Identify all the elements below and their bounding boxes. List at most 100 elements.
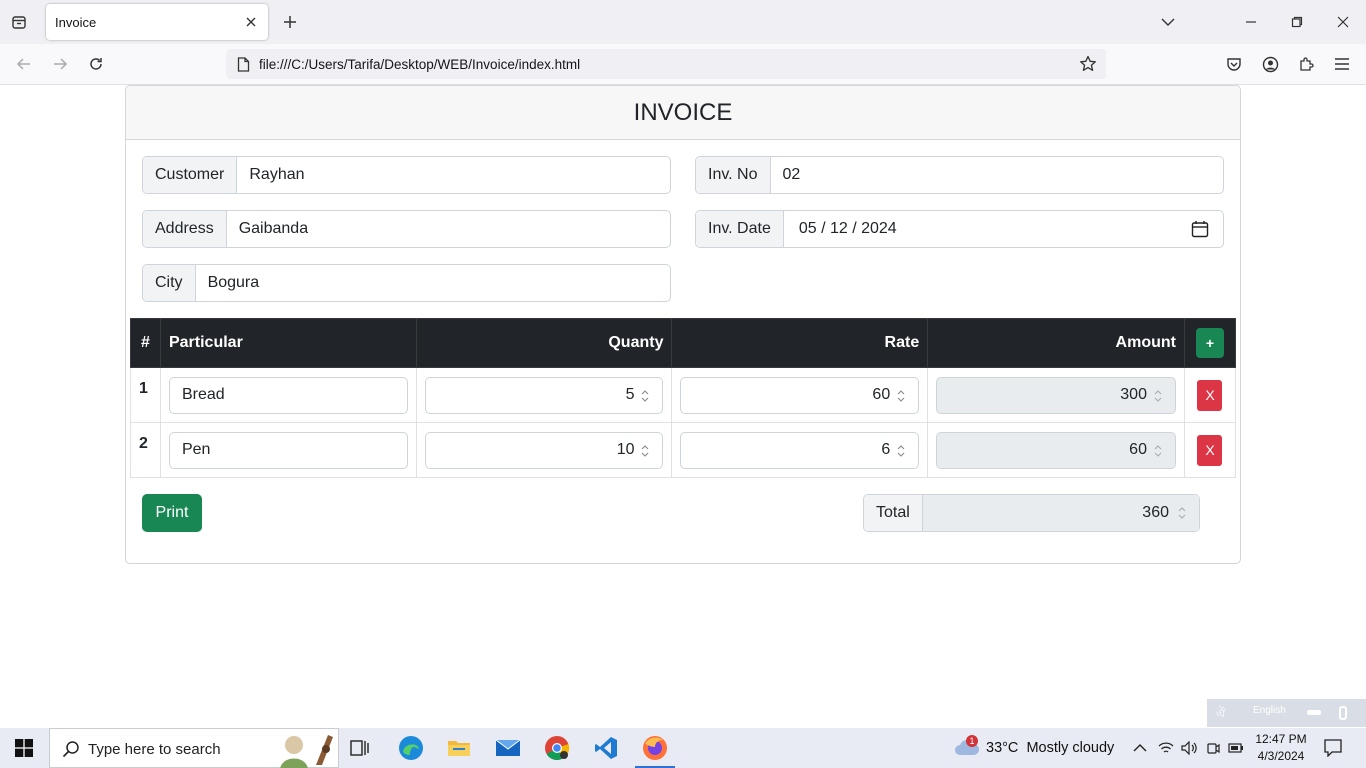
quantity-input[interactable]: 5 <box>424 376 664 414</box>
rate-input[interactable]: 6 <box>680 431 920 469</box>
total-field: Total 360 <box>863 494 1200 532</box>
customer-field: Customer Rayhan <box>142 156 671 194</box>
chrome-icon[interactable] <box>533 728 581 768</box>
invoice-date-input[interactable]: 05 / 12 / 2024 <box>784 211 1223 247</box>
rate-cell: 60 <box>671 367 929 423</box>
address-field: Address Gaibanda <box>142 210 671 248</box>
table-row: 1 Bread 5 60 300 X <box>130 367 1237 423</box>
show-hidden-icons-chevron-icon[interactable] <box>1130 728 1150 768</box>
close-window-icon[interactable] <box>1333 12 1353 32</box>
restore-icon[interactable] <box>1287 12 1307 32</box>
language-bar: ঐ English <box>1207 699 1366 727</box>
invoice-number-label: Inv. No <box>696 157 771 193</box>
invoice-title: INVOICE <box>633 98 733 126</box>
invoice-number-field: Inv. No 02 <box>695 156 1224 194</box>
clock-time: 12:47 PM <box>1255 732 1307 746</box>
volume-icon[interactable] <box>1179 728 1199 768</box>
particular-cell: Bread <box>159 367 417 423</box>
stepper-icon[interactable] <box>894 443 908 459</box>
add-row-button[interactable]: + <box>1195 328 1224 358</box>
browser-tab-bar: Invoice <box>0 0 1366 44</box>
calendar-icon[interactable] <box>1191 220 1209 238</box>
bangla-input-icon[interactable]: ঐ <box>1216 705 1226 725</box>
edge-browser-icon[interactable] <box>387 728 435 768</box>
col-amount-header: Amount <box>927 318 1185 368</box>
firefox-icon[interactable] <box>631 728 679 768</box>
notifications-icon[interactable] <box>1320 728 1346 768</box>
rate-input[interactable]: 60 <box>680 376 920 414</box>
remove-row-button[interactable]: X <box>1197 434 1223 466</box>
taskbar-search-box[interactable]: Type here to search <box>49 728 339 768</box>
meet-now-icon[interactable] <box>1203 728 1223 768</box>
file-icon <box>234 55 252 73</box>
invoice-card: INVOICE Customer Rayhan Inv. No 02 Addre… <box>125 85 1241 564</box>
account-icon[interactable] <box>1260 54 1280 74</box>
quantity-value: 10 <box>616 441 635 458</box>
tab-title: Invoice <box>55 15 97 30</box>
particular-input[interactable]: Bread <box>168 376 408 414</box>
pocket-icon[interactable] <box>1224 54 1244 74</box>
language-label[interactable]: English <box>1253 705 1286 716</box>
menu-hamburger-icon[interactable] <box>1332 54 1352 74</box>
city-input[interactable]: Bogura <box>196 265 670 301</box>
reload-icon[interactable] <box>86 54 106 74</box>
stepper-icon[interactable] <box>638 388 652 404</box>
table-row: 2 Pen 10 6 60 X <box>130 422 1237 478</box>
rate-value: 60 <box>872 386 891 403</box>
address-input[interactable]: Gaibanda <box>227 211 670 247</box>
pen-icon[interactable] <box>1339 706 1347 720</box>
remove-row-button[interactable]: X <box>1197 379 1223 411</box>
file-explorer-icon[interactable] <box>435 728 483 768</box>
invoice-date-value: 05 / 12 / 2024 <box>798 220 897 237</box>
new-tab-icon[interactable] <box>280 12 300 32</box>
quantity-cell: 10 <box>415 422 673 478</box>
row-number: 1 <box>130 367 161 423</box>
minimize-icon[interactable] <box>1241 12 1261 32</box>
mail-icon[interactable] <box>484 728 532 768</box>
weather-cloud-icon[interactable]: 1 <box>954 735 980 758</box>
stepper-icon <box>1151 443 1165 459</box>
url-bar[interactable]: file:///C:/Users/Tarifa/Desktop/WEB/Invo… <box>226 49 1106 79</box>
forward-arrow-icon[interactable] <box>50 54 70 74</box>
invoice-number-input[interactable]: 02 <box>771 157 1224 193</box>
stepper-icon[interactable] <box>638 443 652 459</box>
network-wifi-icon[interactable] <box>1156 728 1176 768</box>
chevron-down-icon[interactable] <box>1158 12 1178 32</box>
stepper-icon <box>1175 505 1189 521</box>
col-rate-header: Rate <box>671 318 929 368</box>
url-text: file:///C:/Users/Tarifa/Desktop/WEB/Invo… <box>259 57 581 72</box>
amount-input: 60 <box>936 431 1176 469</box>
bookmark-star-icon[interactable] <box>1078 54 1098 74</box>
battery-icon[interactable] <box>1226 728 1246 768</box>
extensions-icon[interactable] <box>1296 54 1316 74</box>
city-label: City <box>143 265 196 301</box>
keyboard-icon[interactable] <box>1307 710 1321 715</box>
weather-text[interactable]: 33°C Mostly cloudy <box>986 740 1114 756</box>
list-all-tabs-icon[interactable] <box>8 11 30 33</box>
back-arrow-icon[interactable] <box>14 54 34 74</box>
stepper-icon[interactable] <box>894 388 908 404</box>
particular-cell: Pen <box>159 422 417 478</box>
particular-input[interactable]: Pen <box>168 431 408 469</box>
system-clock[interactable]: 12:47 PM 4/3/2024 <box>1254 731 1308 765</box>
amount-value: 300 <box>1120 386 1147 403</box>
search-placeholder: Type here to search <box>88 741 221 758</box>
taskbar: Type here to search 1 33°C Mostly cloudy <box>0 728 1366 768</box>
close-tab-icon[interactable] <box>242 13 260 31</box>
row-number: 2 <box>130 422 161 478</box>
quantity-input[interactable]: 10 <box>424 431 664 469</box>
rate-cell: 6 <box>671 422 929 478</box>
stepper-icon <box>1151 388 1165 404</box>
browser-tab[interactable]: Invoice <box>46 4 268 40</box>
invoice-date-label: Inv. Date <box>696 211 784 247</box>
col-quantity-header: Quanty <box>415 318 673 368</box>
vscode-icon[interactable] <box>582 728 630 768</box>
remove-cell: X <box>1183 422 1237 478</box>
customer-label: Customer <box>143 157 238 193</box>
print-button[interactable]: Print <box>142 494 202 532</box>
total-input: 360 <box>922 495 1199 531</box>
customer-input[interactable]: Rayhan <box>237 157 670 193</box>
windows-start-icon[interactable] <box>0 728 48 768</box>
task-view-icon[interactable] <box>336 728 384 768</box>
card-header: INVOICE <box>126 86 1240 140</box>
